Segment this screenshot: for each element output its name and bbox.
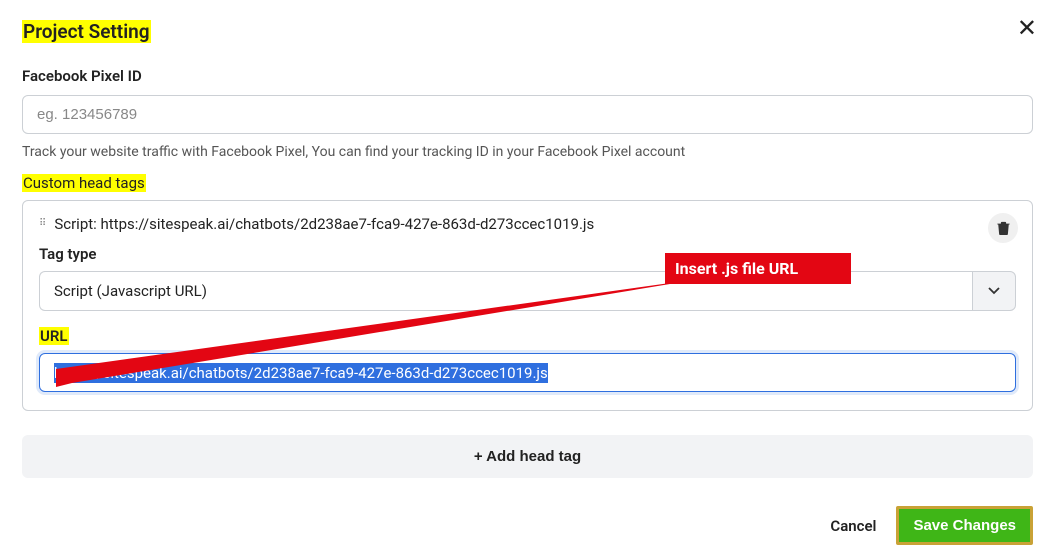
trash-icon <box>997 221 1010 235</box>
custom-head-tags-label: Custom head tags <box>22 174 146 192</box>
url-value-selected: https://sitespeak.ai/chatbots/2d238ae7-f… <box>54 363 548 383</box>
pixel-id-input[interactable] <box>22 95 1033 134</box>
tag-header-text: Script: https://sitespeak.ai/chatbots/2d… <box>54 215 594 233</box>
url-label: URL <box>39 327 69 345</box>
add-head-tag-button[interactable]: + Add head tag <box>22 435 1033 478</box>
pixel-id-label: Facebook Pixel ID <box>22 67 1033 85</box>
delete-tag-button[interactable] <box>988 213 1018 243</box>
tag-type-dropdown-toggle[interactable] <box>972 271 1016 311</box>
tag-type-label: Tag type <box>39 245 1016 263</box>
page-title: Project Setting <box>22 20 151 43</box>
pixel-help-text: Track your website traffic with Facebook… <box>22 144 1033 160</box>
chevron-down-icon <box>988 287 1000 295</box>
annotation-callout: Insert .js file URL <box>665 253 851 284</box>
cancel-button[interactable]: Cancel <box>830 517 876 535</box>
close-button[interactable]: ✕ <box>1017 16 1037 40</box>
save-changes-button[interactable]: Save Changes <box>896 506 1033 545</box>
drag-handle-icon[interactable]: ⠿ <box>39 222 44 226</box>
close-icon: ✕ <box>1017 14 1037 42</box>
url-input[interactable]: https://sitespeak.ai/chatbots/2d238ae7-f… <box>39 353 1016 392</box>
head-tag-card: ⠿ Script: https://sitespeak.ai/chatbots/… <box>22 200 1033 411</box>
